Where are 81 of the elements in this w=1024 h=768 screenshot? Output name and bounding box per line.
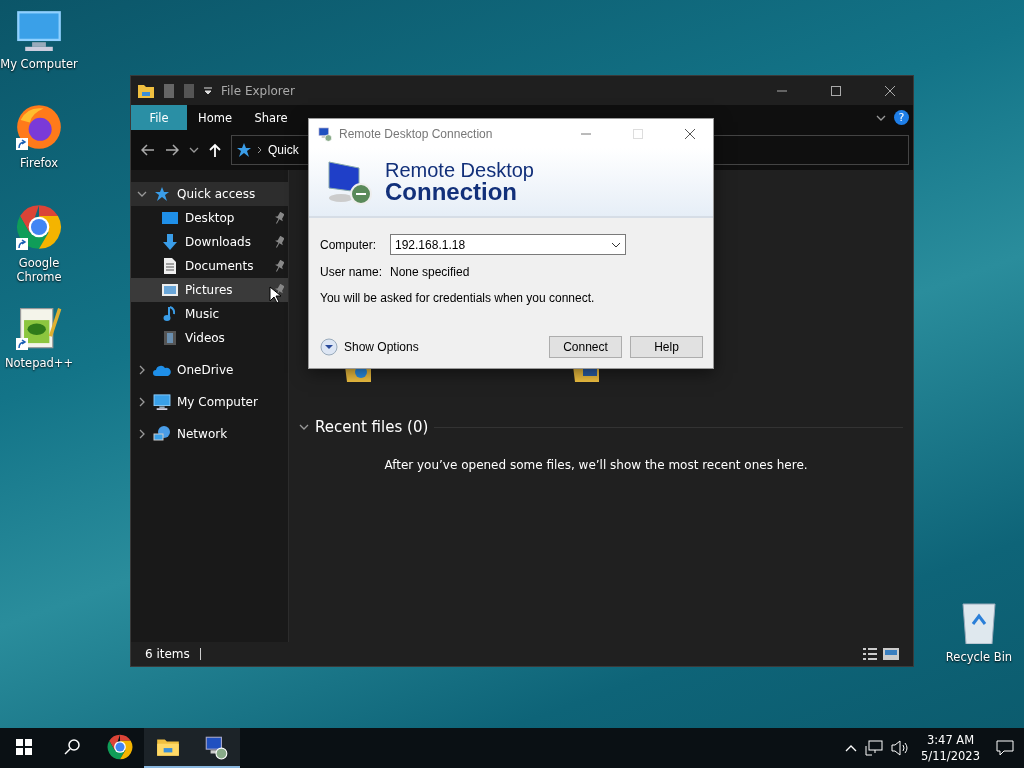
taskbar-app-button[interactable] bbox=[144, 728, 192, 768]
credentials-note: You will be asked for credentials when you connect. bbox=[320, 291, 596, 305]
field-label: User name: bbox=[320, 265, 384, 279]
document-icon bbox=[163, 258, 177, 274]
film-icon bbox=[163, 330, 177, 346]
taskbar-remote-desktop-icon[interactable] bbox=[203, 734, 229, 760]
computer-icon bbox=[153, 394, 171, 410]
desktop-icon-label[interactable]: Notepad++ bbox=[4, 356, 74, 370]
desktop-computer-icon bbox=[16, 10, 62, 52]
up-arrow-icon[interactable] bbox=[209, 143, 221, 157]
ribbon-tab[interactable]: Home bbox=[187, 105, 243, 130]
username-value: None specified bbox=[390, 265, 470, 279]
network-icon bbox=[153, 426, 171, 442]
back-arrow-icon[interactable] bbox=[141, 144, 155, 156]
picture-icon bbox=[162, 283, 178, 297]
expand-chevron-icon[interactable] bbox=[137, 429, 147, 439]
collapse-chevron-icon[interactable] bbox=[299, 422, 309, 432]
remote-desktop-logo-icon bbox=[325, 158, 373, 206]
expand-chevron-icon[interactable] bbox=[137, 189, 147, 199]
show-hidden-icons-icon[interactable] bbox=[845, 744, 858, 752]
nav-tree-item[interactable]: My Computer bbox=[131, 390, 288, 414]
folder-icon bbox=[137, 82, 155, 99]
nav-tree-item[interactable]: Downloads bbox=[131, 230, 288, 254]
customize-toolbar-icon[interactable] bbox=[203, 85, 213, 96]
star-icon bbox=[154, 186, 170, 202]
dialog-button[interactable]: Connect bbox=[549, 336, 622, 358]
close-icon[interactable] bbox=[885, 85, 895, 96]
empty-state-message: After you’ve opened some files, we’ll show the most recent ones here. bbox=[383, 458, 809, 472]
music-note-icon bbox=[163, 306, 177, 322]
taskbar-chrome-icon bbox=[107, 734, 133, 760]
desktop-firefox-icon bbox=[16, 104, 62, 150]
show-options-link[interactable]: Show Options bbox=[344, 340, 419, 354]
ribbon-tab[interactable]: Share bbox=[243, 105, 299, 130]
dialog-title: Remote Desktop Connection bbox=[339, 126, 494, 141]
notifications-icon[interactable] bbox=[996, 740, 1014, 756]
expand-options-icon[interactable] bbox=[320, 338, 338, 356]
window-title: File Explorer bbox=[221, 83, 296, 98]
nav-tree-item[interactable]: Documents bbox=[131, 254, 288, 278]
computer-combo-box[interactable]: 192.168.1.18 bbox=[390, 234, 626, 255]
expand-chevron-icon[interactable] bbox=[137, 397, 147, 407]
ribbon-tab[interactable]: File bbox=[131, 105, 187, 130]
item-count: 6 items bbox=[145, 647, 190, 661]
recycle-bin-icon bbox=[959, 600, 999, 644]
breadcrumb-chevron-icon[interactable] bbox=[257, 146, 263, 154]
mouse-cursor-icon bbox=[269, 286, 281, 304]
nav-tree-item[interactable]: Videos bbox=[131, 326, 288, 350]
search-icon[interactable] bbox=[64, 739, 80, 755]
network-icon[interactable] bbox=[865, 740, 884, 756]
maximize-icon[interactable] bbox=[831, 85, 841, 96]
desktop-icon-label[interactable]: Recycle Bin bbox=[945, 650, 1013, 664]
nav-tree-item[interactable]: Quick access bbox=[131, 182, 288, 206]
section-heading[interactable]: Recent files (0) bbox=[315, 418, 429, 436]
windows-start-icon[interactable] bbox=[16, 739, 32, 755]
desktop-chrome-icon bbox=[16, 204, 62, 250]
field-label: Computer: bbox=[320, 237, 378, 252]
forward-arrow-icon[interactable] bbox=[165, 144, 179, 156]
taskbar-clock[interactable]: 3:47 AM 5/11/2023 bbox=[921, 732, 980, 764]
large-icons-view-icon[interactable] bbox=[883, 648, 899, 660]
desktop-icon-label[interactable]: My Computer bbox=[0, 57, 78, 72]
banner-title: Connection bbox=[385, 180, 517, 204]
download-arrow-icon bbox=[162, 234, 178, 250]
desktop-icon-label[interactable]: Google Chrome bbox=[0, 256, 78, 284]
maximize-icon bbox=[633, 128, 643, 139]
nav-tree-item[interactable]: Desktop bbox=[131, 206, 288, 230]
details-view-icon[interactable] bbox=[863, 648, 877, 660]
nav-tree-item[interactable]: Network bbox=[131, 422, 288, 446]
nav-tree-item[interactable]: Music bbox=[131, 302, 288, 326]
volume-icon[interactable] bbox=[891, 740, 910, 756]
nav-tree-item[interactable]: OneDrive bbox=[131, 358, 288, 382]
recent-locations-icon[interactable] bbox=[189, 145, 199, 155]
expand-chevron-icon[interactable] bbox=[137, 365, 147, 375]
desktop-icon-label[interactable]: Firefox bbox=[19, 156, 59, 170]
nav-tree-item[interactable]: Pictures bbox=[131, 278, 288, 302]
title-remote-desktop-icon[interactable] bbox=[317, 125, 333, 142]
close-icon[interactable] bbox=[685, 128, 695, 139]
desktop-icon bbox=[162, 211, 178, 225]
dialog-button[interactable]: Help bbox=[630, 336, 703, 358]
help-button[interactable]: ? bbox=[894, 110, 909, 125]
taskbar-app-button[interactable] bbox=[192, 728, 240, 768]
star-icon bbox=[236, 142, 252, 158]
cloud-icon bbox=[153, 364, 171, 376]
